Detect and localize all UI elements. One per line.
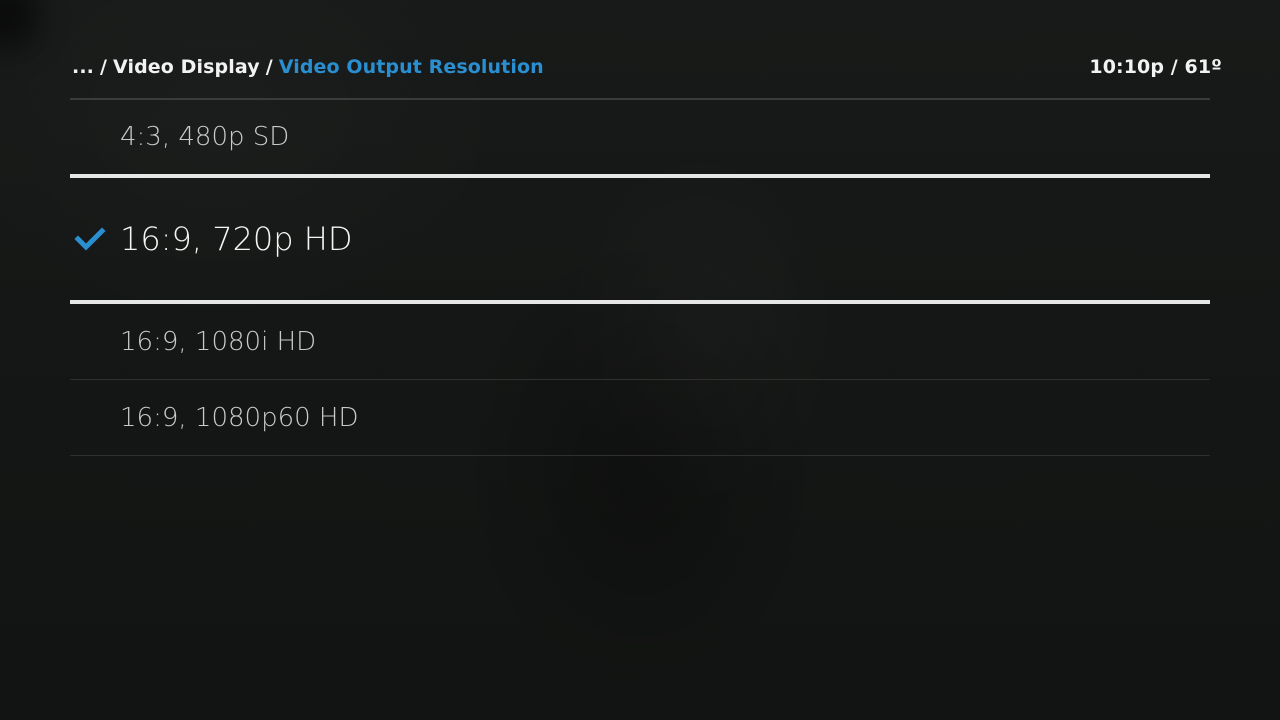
- breadcrumb-separator: /: [265, 56, 273, 78]
- checkmark-icon: [74, 225, 106, 253]
- option-label: 16:9, 1080i HD: [120, 326, 317, 357]
- time-weather-status: 10:10p / 61º: [1089, 56, 1222, 78]
- option-label: 4:3, 480p SD: [120, 122, 290, 152]
- resolution-option-1080p60[interactable]: 16:9, 1080p60 HD: [70, 380, 1210, 456]
- option-label: 16:9, 720p HD: [120, 220, 353, 258]
- option-label: 16:9, 1080p60 HD: [120, 402, 359, 433]
- resolution-option-720p[interactable]: 16:9, 720p HD: [70, 174, 1210, 304]
- breadcrumb-ellipsis[interactable]: ...: [72, 56, 94, 78]
- breadcrumb-parent[interactable]: Video Display: [113, 56, 260, 78]
- breadcrumb-separator: /: [99, 56, 108, 78]
- breadcrumb: ... / Video Display / Video Output Resol…: [72, 56, 544, 78]
- top-bar: ... / Video Display / Video Output Resol…: [72, 52, 1222, 82]
- resolution-option-480p[interactable]: 4:3, 480p SD: [70, 100, 1210, 174]
- resolution-option-list: 4:3, 480p SD 16:9, 720p HD 16:9, 1080i H…: [70, 100, 1210, 456]
- resolution-option-1080i[interactable]: 16:9, 1080i HD: [70, 304, 1210, 380]
- breadcrumb-current: Video Output Resolution: [278, 56, 544, 78]
